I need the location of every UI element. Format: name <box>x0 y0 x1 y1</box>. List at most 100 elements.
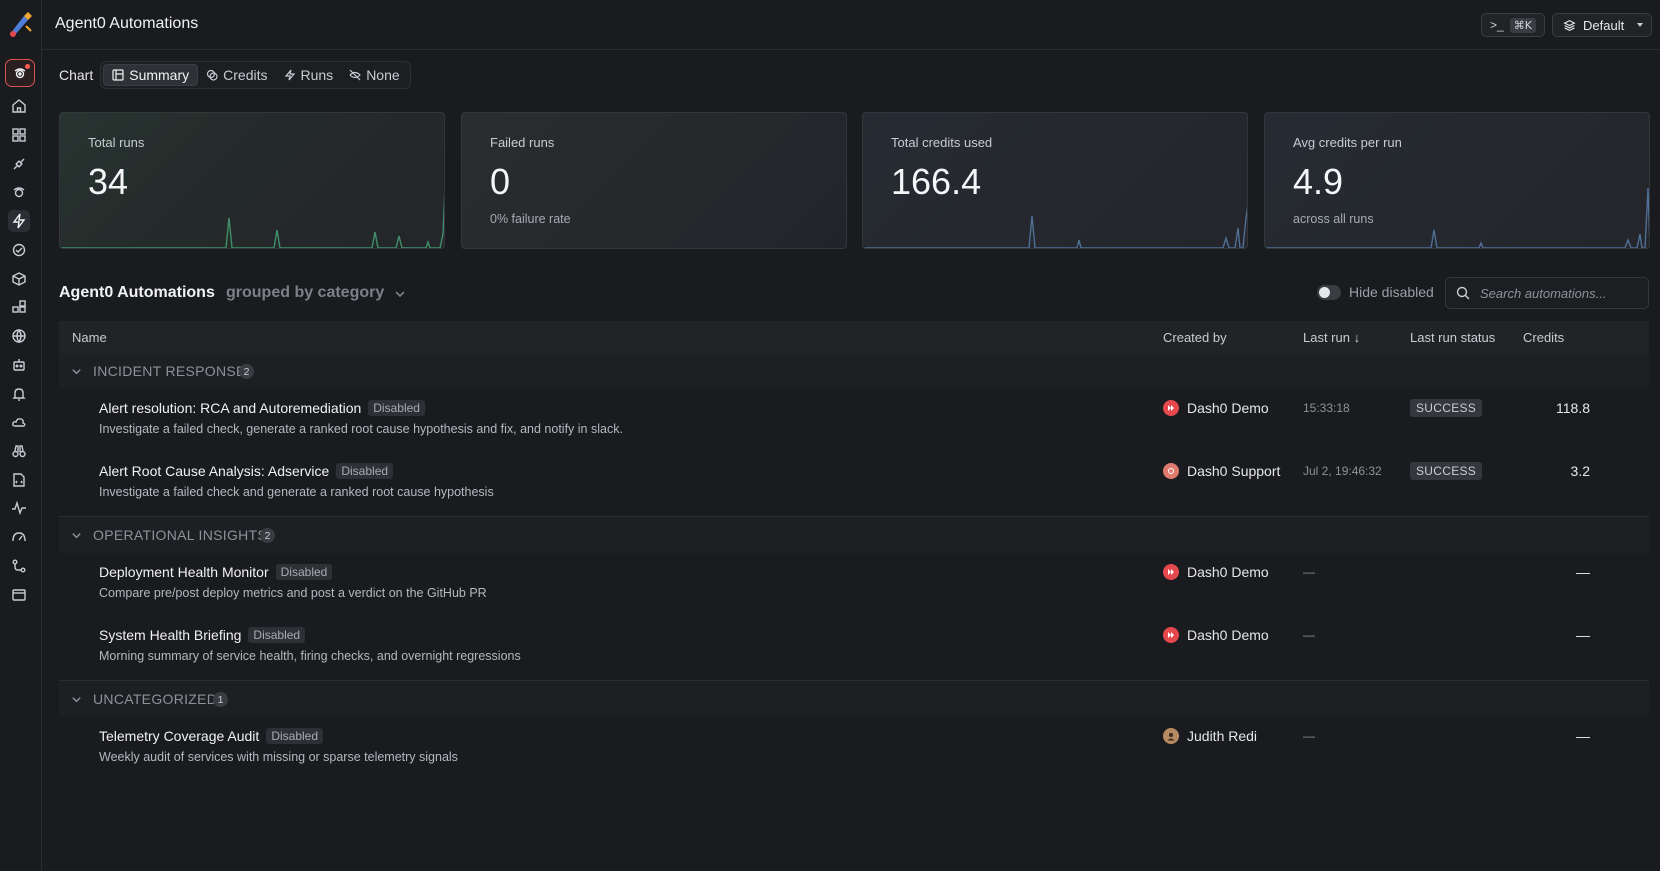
browser-icon[interactable] <box>8 584 30 606</box>
table-row[interactable]: Alert resolution: RCA and Autoremediatio… <box>59 389 1649 452</box>
group-count-badge: 1 <box>213 692 228 707</box>
col-last-run-status[interactable]: Last run status <box>1410 330 1495 345</box>
group-name: UNCATEGORIZED <box>93 691 218 707</box>
chart-option-credits[interactable]: Credits <box>198 64 275 86</box>
search-box[interactable] <box>1445 277 1649 309</box>
stat-value: 34 <box>88 161 129 202</box>
last-run: — <box>1303 565 1315 579</box>
automation-description: Investigate a failed check and generate … <box>99 485 494 499</box>
user-avatar-icon <box>1163 728 1179 744</box>
last-run: 15:33:18 <box>1303 401 1350 415</box>
chevron-down-icon[interactable] <box>71 694 82 705</box>
cube-icon[interactable] <box>8 268 30 290</box>
caret-down-icon <box>1637 23 1643 27</box>
credits-value: 3.2 <box>1570 463 1590 479</box>
chevron-down-icon[interactable] <box>71 366 82 377</box>
automation-description: Weekly audit of services with missing or… <box>99 750 458 764</box>
col-last-run[interactable]: Last run ↓ <box>1303 330 1360 345</box>
chevron-down-icon[interactable] <box>394 288 406 300</box>
bolt-icon <box>284 69 295 81</box>
eye-off-icon <box>349 69 362 81</box>
table-row[interactable]: Alert Root Cause Analysis: Adservice Disa… <box>59 452 1649 515</box>
search-input[interactable] <box>1480 285 1640 301</box>
stat-card-total-runs[interactable]: Total runs 34 <box>59 112 445 249</box>
last-run: — <box>1303 729 1315 743</box>
automation-name[interactable]: System Health Briefing Disabled <box>99 627 306 643</box>
stat-value: 0 <box>490 161 511 202</box>
agent-icon[interactable] <box>8 181 30 203</box>
agent0-icon[interactable] <box>5 59 35 87</box>
col-created-by[interactable]: Created by <box>1163 330 1227 345</box>
table-row[interactable]: Telemetry Coverage Audit Disabled Weekly … <box>59 717 1649 780</box>
integrations-icon[interactable] <box>8 153 30 175</box>
group-row-incident-response[interactable]: INCIDENT RESPONSE 2 <box>59 353 1649 389</box>
dash0-support-avatar-icon <box>1163 463 1179 479</box>
checks-icon[interactable] <box>8 239 30 261</box>
globe-icon[interactable] <box>8 325 30 347</box>
table-row[interactable]: Deployment Health Monitor Disabled Compar… <box>59 553 1649 616</box>
group-row-operational-insights[interactable]: OPERATIONAL INSIGHTS 2 <box>59 517 1649 553</box>
stat-card-avg-credits[interactable]: Avg credits per run 4.9 across all runs <box>1264 112 1650 249</box>
services-icon[interactable] <box>8 297 30 319</box>
dash0-avatar-icon <box>1163 564 1179 580</box>
activity-icon[interactable] <box>8 497 30 519</box>
last-run: Jul 2, 19:46:32 <box>1303 464 1382 478</box>
creator: Dash0 Support <box>1163 463 1280 479</box>
disabled-badge: Disabled <box>336 463 394 479</box>
bell-icon[interactable] <box>8 383 30 405</box>
binoculars-icon[interactable] <box>8 440 30 462</box>
chart-option-none[interactable]: None <box>341 64 407 86</box>
robot-icon[interactable] <box>8 354 30 376</box>
section-title: Agent0 Automations <box>59 284 215 301</box>
stat-card-total-credits[interactable]: Total credits used 166.4 <box>862 112 1248 249</box>
dash0-avatar-icon <box>1163 400 1179 416</box>
stat-card-failed-runs[interactable]: Failed runs 0 0% failure rate <box>461 112 847 249</box>
group-count-badge: 2 <box>260 528 275 543</box>
chart-option-runs[interactable]: Runs <box>276 64 342 86</box>
chart-option-label: Runs <box>300 67 334 83</box>
automation-name[interactable]: Deployment Health Monitor Disabled <box>99 564 333 580</box>
logo-icon[interactable] <box>4 8 36 40</box>
sidebar <box>0 0 42 871</box>
workspace-label: Default <box>1583 17 1625 33</box>
creator: Judith Redi <box>1163 728 1257 744</box>
automation-name[interactable]: Alert resolution: RCA and Autoremediatio… <box>99 400 425 416</box>
cloud-icon[interactable] <box>8 411 30 433</box>
col-credits[interactable]: Credits <box>1523 330 1564 345</box>
chart-label: Chart <box>59 67 94 83</box>
disabled-badge: Disabled <box>266 728 324 744</box>
terminal-icon: >_ <box>1490 18 1504 32</box>
group-count-badge: 2 <box>239 364 254 379</box>
credits-value: — <box>1576 627 1590 643</box>
chevron-down-icon[interactable] <box>71 530 82 541</box>
stat-label: Failed runs <box>490 135 555 150</box>
status-badge: SUCCESS <box>1410 399 1483 417</box>
shortcut-kbd: ⌘K <box>1509 17 1536 33</box>
command-palette-button[interactable]: >_ ⌘K <box>1481 13 1545 37</box>
grouping-dropdown[interactable]: grouped by category <box>226 284 384 302</box>
group-row-uncategorized[interactable]: UNCATEGORIZED 1 <box>59 681 1649 717</box>
automation-description: Investigate a failed check, generate a r… <box>99 422 623 436</box>
workspace-selector[interactable]: Default <box>1552 13 1652 37</box>
table-row[interactable]: System Health Briefing Disabled Morning s… <box>59 616 1649 679</box>
disabled-badge: Disabled <box>248 627 306 643</box>
dashboards-icon[interactable] <box>8 124 30 146</box>
dash0-avatar-icon <box>1163 627 1179 643</box>
search-icon <box>1456 286 1470 300</box>
col-name[interactable]: Name <box>72 330 107 345</box>
automation-description: Morning summary of service health, firin… <box>99 649 521 663</box>
gauge-icon[interactable] <box>8 526 30 548</box>
chart-option-summary[interactable]: Summary <box>103 64 199 86</box>
automation-name[interactable]: Telemetry Coverage Audit Disabled <box>99 728 324 744</box>
hide-disabled-toggle[interactable] <box>1317 285 1341 300</box>
file-code-icon[interactable] <box>8 469 30 491</box>
top-header: Agent0 Automations >_ ⌘K Default <box>42 0 1660 50</box>
credits-value: — <box>1576 728 1590 744</box>
home-icon[interactable] <box>8 95 30 117</box>
automation-name[interactable]: Alert Root Cause Analysis: Adservice Disa… <box>99 463 394 479</box>
hide-disabled-label: Hide disabled <box>1349 284 1434 300</box>
route-icon[interactable] <box>8 555 30 577</box>
automations-bolt-icon[interactable] <box>8 210 30 232</box>
creator: Dash0 Demo <box>1163 627 1269 643</box>
stat-sub: 0% failure rate <box>490 212 571 226</box>
